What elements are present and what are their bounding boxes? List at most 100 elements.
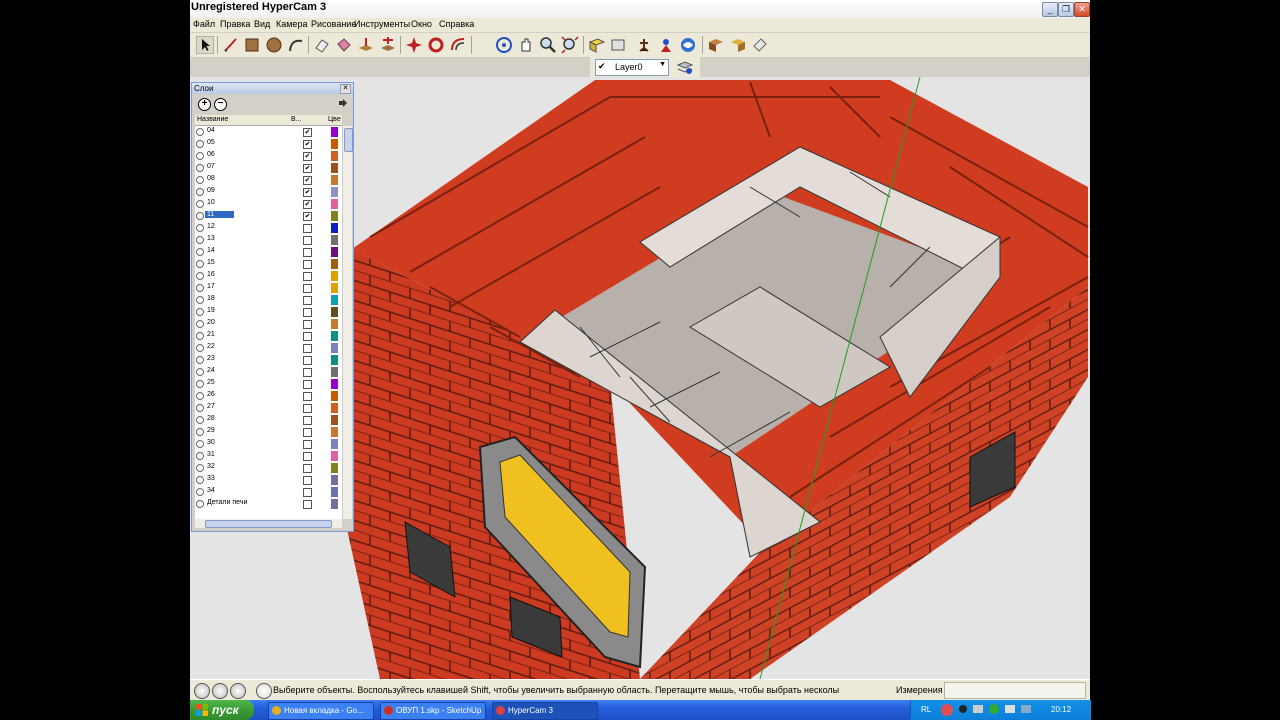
language-indicator[interactable]: RL	[921, 705, 931, 714]
layer-name[interactable]: Детали печи	[207, 499, 247, 506]
layer-name[interactable]: 25	[207, 379, 215, 386]
user-icon[interactable]	[230, 683, 246, 699]
active-layer-radio[interactable]	[196, 152, 204, 160]
pencil-line-icon[interactable]	[222, 36, 240, 54]
layer-visible-checkbox[interactable]	[303, 380, 312, 389]
layer-name[interactable]: 12	[207, 223, 215, 230]
layer-color-swatch[interactable]	[331, 247, 338, 257]
layer-row[interactable]: 11 ✔	[195, 210, 342, 222]
layer-name[interactable]: 17	[207, 283, 215, 290]
layer-visible-checkbox[interactable]	[303, 404, 312, 413]
layer-row[interactable]: 26	[195, 390, 342, 402]
layer-color-swatch[interactable]	[331, 187, 338, 197]
layer-row[interactable]: 09 ✔	[195, 186, 342, 198]
layer-name[interactable]: 20	[207, 319, 215, 326]
layer-color-swatch[interactable]	[331, 355, 338, 365]
layer-row[interactable]: 30	[195, 438, 342, 450]
layer-visible-checkbox[interactable]: ✔	[303, 188, 312, 197]
menu-help[interactable]: Справка	[439, 19, 474, 29]
layer-name[interactable]: 11	[205, 211, 235, 218]
active-layer-radio[interactable]	[196, 248, 204, 256]
active-layer-radio[interactable]	[196, 500, 204, 508]
layer-name[interactable]: 29	[207, 427, 215, 434]
layer-color-swatch[interactable]	[331, 451, 338, 461]
layer-visible-checkbox[interactable]	[303, 284, 312, 293]
active-layer-radio[interactable]	[196, 392, 204, 400]
layer-color-swatch[interactable]	[331, 427, 338, 437]
active-layer-radio[interactable]	[196, 476, 204, 484]
layer-name[interactable]: 09	[207, 187, 215, 194]
active-layer-radio[interactable]	[196, 488, 204, 496]
active-layer-radio[interactable]	[196, 308, 204, 316]
active-layer-radio[interactable]	[196, 236, 204, 244]
active-layer-radio[interactable]	[196, 344, 204, 352]
layer-row[interactable]: 16	[195, 270, 342, 282]
layer-row[interactable]: 27	[195, 402, 342, 414]
circle-icon[interactable]	[265, 36, 283, 54]
network-icon[interactable]	[989, 704, 999, 714]
layer-color-swatch[interactable]	[331, 175, 338, 185]
warehouse-get-icon[interactable]	[707, 36, 725, 54]
task-chrome[interactable]: Новая вкладка - Go...	[268, 702, 374, 720]
layer-color-swatch[interactable]	[331, 163, 338, 173]
current-layer-select[interactable]: ✔ Layer0 ▼	[595, 59, 669, 76]
layer-name[interactable]: 15	[207, 259, 215, 266]
active-layer-radio[interactable]	[196, 404, 204, 412]
layer-name[interactable]: 34	[207, 487, 215, 494]
scroll-thumb[interactable]	[205, 520, 332, 528]
follow-me-icon[interactable]	[427, 36, 445, 54]
layer-row[interactable]: 12	[195, 222, 342, 234]
layer-color-swatch[interactable]	[331, 259, 338, 269]
active-layer-radio[interactable]	[196, 164, 204, 172]
menu-file[interactable]: Файл	[193, 19, 215, 29]
layer-visible-checkbox[interactable]: ✔	[303, 152, 312, 161]
layer-color-swatch[interactable]	[331, 283, 338, 293]
layer-name[interactable]: 21	[207, 331, 215, 338]
layer-row[interactable]: 04 ✔	[195, 126, 342, 138]
column-visible[interactable]: В...	[291, 116, 302, 123]
layer-name[interactable]: 19	[207, 307, 215, 314]
tray-app-icon[interactable]	[959, 705, 967, 713]
task-hypercam[interactable]: HyperCam 3	[492, 702, 598, 720]
menu-edit[interactable]: Правка	[220, 19, 250, 29]
menu-window[interactable]: Окно	[411, 19, 432, 29]
layer-name[interactable]: 05	[207, 139, 215, 146]
active-layer-radio[interactable]	[196, 356, 204, 364]
position-camera-icon[interactable]	[657, 36, 675, 54]
push-pull-icon[interactable]	[357, 36, 375, 54]
layer-row[interactable]: 15	[195, 258, 342, 270]
layer-name[interactable]: 27	[207, 403, 215, 410]
active-layer-radio[interactable]	[196, 272, 204, 280]
layer-color-swatch[interactable]	[331, 319, 338, 329]
layer-row[interactable]: 18	[195, 294, 342, 306]
layer-name[interactable]: 26	[207, 391, 215, 398]
menu-camera[interactable]: Камера	[276, 19, 307, 29]
offset-icon[interactable]	[449, 36, 467, 54]
layer-visible-checkbox[interactable]	[303, 440, 312, 449]
active-layer-radio[interactable]	[196, 140, 204, 148]
active-layer-radio[interactable]	[196, 440, 204, 448]
active-layer-radio[interactable]	[196, 380, 204, 388]
layer-color-swatch[interactable]	[331, 127, 338, 137]
layer-row[interactable]: 17	[195, 282, 342, 294]
layer-name[interactable]: 22	[207, 343, 215, 350]
layer-row[interactable]: 13	[195, 234, 342, 246]
layers-vertical-scrollbar[interactable]	[342, 126, 353, 519]
layer-row[interactable]: 29	[195, 426, 342, 438]
active-layer-radio[interactable]	[196, 320, 204, 328]
layer-color-swatch[interactable]	[331, 223, 338, 233]
active-layer-radio[interactable]	[196, 416, 204, 424]
layer-row[interactable]: 25	[195, 378, 342, 390]
layer-color-swatch[interactable]	[331, 439, 338, 449]
layer-color-swatch[interactable]	[331, 463, 338, 473]
tray-app-icon[interactable]	[973, 705, 983, 713]
rectangle-icon[interactable]	[243, 36, 261, 54]
layer-row[interactable]: 06 ✔	[195, 150, 342, 162]
active-layer-radio[interactable]	[196, 224, 204, 232]
layer-name[interactable]: 28	[207, 415, 215, 422]
layer-visible-checkbox[interactable]	[303, 272, 312, 281]
layer-name[interactable]: 31	[207, 451, 215, 458]
look-around-icon[interactable]	[679, 36, 697, 54]
layer-visible-checkbox[interactable]	[303, 260, 312, 269]
layer-visible-checkbox[interactable]	[303, 320, 312, 329]
